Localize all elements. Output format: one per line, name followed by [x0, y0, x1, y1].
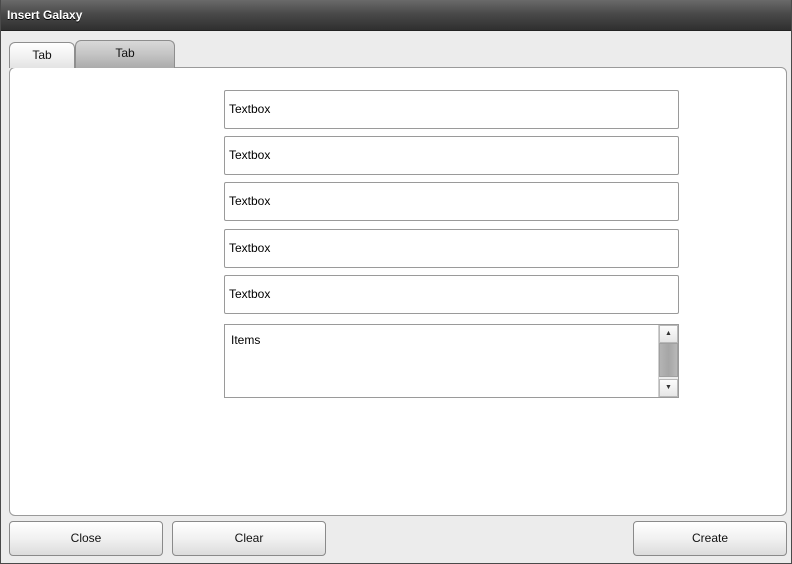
tab-content-panel: Textbox Textbox Textbox Textbox Textbox …: [9, 67, 787, 516]
scrollbar-thumb[interactable]: [659, 343, 678, 377]
scroll-down-arrow-icon[interactable]: ▼: [659, 379, 678, 397]
scroll-up-arrow-icon[interactable]: ▲: [659, 325, 678, 343]
textbox-1[interactable]: Textbox: [224, 90, 679, 129]
tab-2[interactable]: Tab: [75, 40, 175, 68]
list-item[interactable]: Items: [231, 333, 260, 347]
create-button[interactable]: Create: [633, 521, 787, 556]
window-title: Insert Galaxy: [1, 0, 791, 31]
textbox-3[interactable]: Textbox: [224, 182, 679, 221]
textbox-4[interactable]: Textbox: [224, 229, 679, 268]
listbox-scrollbar[interactable]: ▲ ▼: [658, 325, 678, 397]
textbox-2[interactable]: Textbox: [224, 136, 679, 175]
insert-galaxy-dialog: Insert Galaxy Tab Tab Textbox Textbox Te…: [0, 0, 792, 564]
tab-1[interactable]: Tab: [9, 42, 75, 68]
close-button[interactable]: Close: [9, 521, 163, 556]
clear-button[interactable]: Clear: [172, 521, 326, 556]
textbox-5[interactable]: Textbox: [224, 275, 679, 314]
items-listbox[interactable]: Items ▲ ▼: [224, 324, 679, 398]
